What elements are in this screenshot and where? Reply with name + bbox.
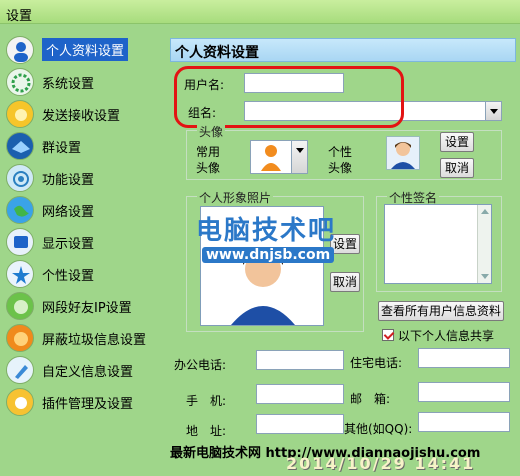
other-field[interactable] [418,412,510,432]
sidebar-item-label: 自定义信息设置 [42,365,134,380]
photo-group-title: 个人形象照片 [197,189,274,206]
function-icon [6,164,34,192]
system-gear-icon [6,68,34,96]
display-icon [6,228,34,256]
sidebar-item-plugin[interactable]: 插件管理及设置 [4,386,168,416]
mobile-field[interactable] [256,384,344,404]
send-receive-icon [6,100,34,128]
address-field[interactable] [256,414,344,434]
sidebar-item-label: 插件管理及设置 [42,397,134,412]
sidebar-item-block-spam[interactable]: 屏蔽垃圾信息设置 [4,322,168,352]
block-spam-icon [6,324,34,352]
plugin-icon [6,388,34,416]
sidebar-item-personal-info[interactable]: 个人资料设置 [4,34,168,64]
email-label: 邮 箱: [350,392,391,406]
sidebar-item-label: 功能设置 [42,173,95,188]
timestamp-stamp: 2014/10/29 14:41 [286,454,476,473]
signature-textarea[interactable] [384,204,492,284]
common-avatar-label: 常用 头像 [196,145,221,175]
signature-scrollbar[interactable] [477,205,491,283]
sidebar-item-custom-info[interactable]: 自定义信息设置 [4,354,168,384]
sidebar-item-label: 网络设置 [42,205,95,220]
network-friends-icon [6,292,34,320]
custom-avatar-label: 个性 头像 [328,145,353,175]
sidebar-item-label: 个性设置 [42,269,95,284]
sidebar-item-network-friends[interactable]: 网段好友IP设置 [4,290,168,320]
watermark-text: 电脑技术吧 [196,216,337,246]
sidebar-item-send-receive[interactable]: 发送接收设置 [4,98,168,128]
view-all-users-button[interactable]: 查看所有用户信息资料 [378,301,504,321]
share-checkbox-label: 以下个人信息共享 [398,329,495,343]
avatar-group-title: 头像 [197,123,226,140]
avatar-cancel-button[interactable]: 取消 [440,158,474,178]
sidebar: 个人资料设置 系统设置 发送接收设置 群设置 功能设置 网络设置 显示设置 个性… [0,28,168,420]
mobile-label: 手 机: [186,394,227,408]
window-title: 设置 [6,9,33,24]
watermark-url: www.dnjsb.com [202,247,335,263]
address-label: 地 址: [186,424,227,438]
scroll-up-icon[interactable] [481,209,489,214]
globe-icon [6,196,34,224]
email-field[interactable] [418,382,510,402]
chevron-down-icon[interactable] [485,102,501,120]
sidebar-item-network[interactable]: 网络设置 [4,194,168,224]
sidebar-item-label: 屏蔽垃圾信息设置 [42,333,147,348]
scroll-down-icon[interactable] [481,274,489,279]
custom-info-icon [6,356,34,384]
home-phone-field[interactable] [418,348,510,368]
photo-cancel-button[interactable]: 取消 [330,272,360,292]
sidebar-item-personality[interactable]: 个性设置 [4,258,168,288]
sidebar-item-label: 发送接收设置 [42,109,121,124]
other-label: 其他(如QQ): [344,422,413,436]
share-checkbox[interactable] [382,329,394,341]
sidebar-item-function[interactable]: 功能设置 [4,162,168,192]
office-phone-field[interactable] [256,350,344,370]
sidebar-item-group[interactable]: 群设置 [4,130,168,160]
sidebar-item-label: 群设置 [42,141,82,156]
custom-avatar-image [386,136,420,170]
home-phone-label: 住宅电话: [350,356,403,370]
avatar-set-button[interactable]: 设置 [440,132,474,152]
sidebar-item-label: 系统设置 [42,77,95,92]
panel-header: 个人资料设置 [170,38,516,62]
chevron-down-icon[interactable] [291,141,307,173]
highlight-box [174,66,404,128]
sidebar-item-system[interactable]: 系统设置 [4,66,168,96]
avatar-orange-icon [261,145,281,171]
common-avatar-dropdown[interactable] [250,140,308,174]
title-bar: 设置 [0,0,520,24]
personality-icon [6,260,34,288]
sidebar-item-label: 显示设置 [42,237,95,252]
group-icon [6,132,34,160]
office-phone-label: 办公电话: [174,358,227,372]
panel-title: 个人资料设置 [175,45,259,61]
person-icon [6,36,34,64]
sidebar-item-display[interactable]: 显示设置 [4,226,168,256]
sidebar-item-label: 个人资料设置 [42,38,129,61]
sidebar-item-label: 网段好友IP设置 [42,301,132,316]
